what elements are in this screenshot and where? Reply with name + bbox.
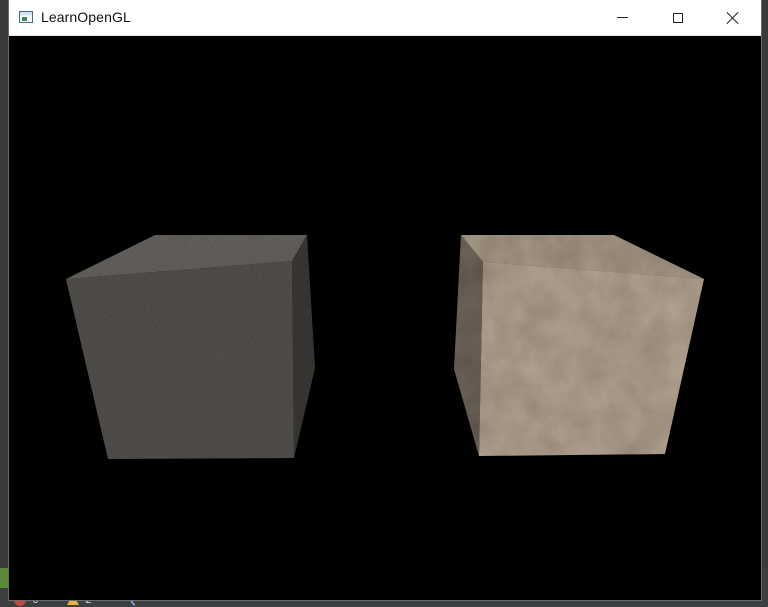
close-icon: [726, 11, 740, 25]
cube-right-side-face: [454, 235, 483, 456]
cube-right-front-face: [479, 262, 704, 456]
close-button[interactable]: [705, 0, 761, 35]
window-titlebar[interactable]: LearnOpenGL: [9, 0, 761, 36]
render-viewport[interactable]: [9, 36, 761, 600]
cube-left-front-face: [66, 261, 294, 459]
scene-canvas: [66, 235, 704, 459]
opengl-window: LearnOpenGL: [9, 0, 761, 600]
window-app-icon[interactable]: [19, 11, 33, 23]
cube-left: [66, 235, 315, 459]
maximize-icon: [673, 12, 683, 23]
maximize-button[interactable]: [650, 0, 706, 35]
cube-right: [454, 235, 704, 456]
window-title: LearnOpenGL: [41, 9, 131, 25]
minimize-button[interactable]: [594, 0, 650, 35]
cube-left-side-face: [292, 235, 315, 458]
minimize-icon: [616, 17, 628, 18]
